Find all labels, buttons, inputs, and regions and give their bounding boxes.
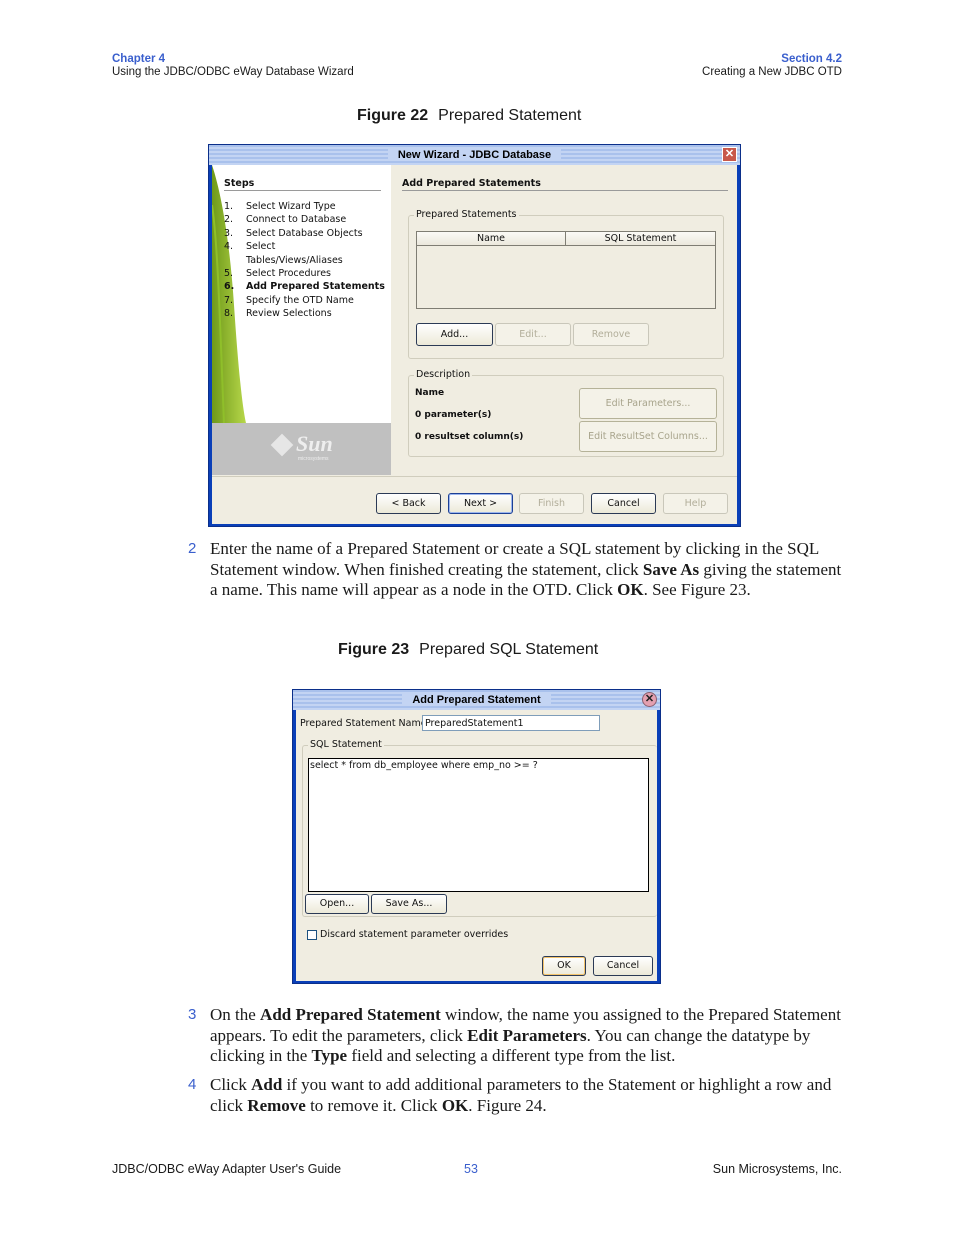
bold-term: Add	[251, 1075, 283, 1094]
statement-name-label: Prepared Statement Name:	[300, 718, 430, 729]
cancel-button[interactable]: Cancel	[591, 493, 656, 514]
step-2-paragraph: 2 Enter the name of a Prepared Statement…	[188, 539, 845, 601]
panel-title-divider	[402, 190, 728, 191]
group-legend: Prepared Statements	[414, 209, 519, 220]
text: Click	[210, 1075, 252, 1094]
bold-term: OK	[617, 580, 644, 599]
step-number: 2	[188, 540, 197, 557]
next-button[interactable]: Next >	[448, 493, 513, 514]
section-label: Section 4.2	[781, 53, 842, 65]
finish-button[interactable]: Finish	[519, 493, 584, 514]
bold-term: Remove	[247, 1095, 306, 1115]
text: . See Figure 23.	[643, 580, 751, 599]
section-title: Creating a New JDBC OTD	[702, 66, 842, 78]
chapter-label: Chapter 4	[112, 53, 166, 65]
add-button[interactable]: Add...	[416, 323, 493, 346]
footer-guide-title: JDBC/ODBC eWay Adapter User's Guide	[112, 1162, 342, 1176]
edit-resultset-columns-button[interactable]: Edit ResultSet Columns...	[579, 421, 717, 452]
column-header-name[interactable]: Name	[417, 232, 566, 246]
edit-parameters-button[interactable]: Edit Parameters...	[579, 388, 717, 419]
step-4-paragraph: 4 Click Add if you want to add additiona…	[188, 1075, 845, 1116]
figure-title: Prepared Statement	[438, 107, 582, 124]
text: On the	[210, 1005, 261, 1024]
sun-logo-panel: Sun microsystems	[212, 423, 391, 475]
group-legend: Description	[414, 369, 473, 380]
dialog-client-area: Prepared Statement Name: SQL Statement s…	[296, 710, 657, 981]
prepared-statements-group: Prepared Statements Name SQL Statement A…	[408, 209, 724, 359]
resultset-column-count: 0 resultset column(s)	[415, 432, 524, 442]
sun-logo-text: Sun	[296, 431, 333, 456]
description-name: Name	[415, 388, 445, 398]
steps-divider	[224, 190, 381, 191]
figure-22-caption: Figure 22 Prepared Statement	[357, 107, 581, 125]
help-button[interactable]: Help	[663, 493, 728, 514]
figure-title: Prepared SQL Statement	[419, 641, 599, 658]
step-3-paragraph: 3 On the Add Prepared Statement window, …	[188, 1005, 845, 1067]
text: field and selecting a different type fro…	[347, 1046, 676, 1065]
discard-overrides-label: Discard statement parameter overrides	[320, 929, 509, 940]
wizard-title-bar: New Wizard - JDBC Database ✕	[209, 145, 740, 165]
page-number: 53	[464, 1162, 478, 1176]
running-header-right: Section 4.2 Creating a New JDBC OTD	[702, 53, 842, 79]
window-title: New Wizard - JDBC Database	[387, 149, 562, 161]
description-group: Description Name 0 parameter(s) 0 result…	[408, 369, 724, 457]
steps-heading: Steps	[224, 178, 255, 189]
chapter-title: Using the JDBC/ODBC eWay Database Wizard	[112, 66, 354, 78]
column-header-sql-statement[interactable]: SQL Statement	[566, 232, 716, 246]
bold-term: Save As	[642, 559, 700, 579]
close-icon[interactable]: ✕	[722, 147, 737, 162]
bold-term: Type	[311, 1046, 348, 1065]
statement-name-input[interactable]	[422, 715, 600, 731]
step-number: 4	[188, 1076, 197, 1093]
group-legend: SQL Statement	[308, 739, 384, 750]
button-bar-divider	[212, 476, 737, 477]
sql-statement-group: SQL Statement select * from db_employee …	[302, 739, 657, 917]
dialog-title-bar: Add Prepared Statement ✕	[293, 690, 660, 710]
wizard-window: New Wizard - JDBC Database ✕ Steps 1. Sel…	[208, 144, 741, 527]
figure-label: Figure 23	[338, 641, 410, 658]
back-button[interactable]: < Back	[376, 493, 441, 514]
panel-title: Add Prepared Statements	[402, 178, 541, 189]
figure-label: Figure 22	[357, 107, 429, 124]
parameter-count: 0 parameter(s)	[415, 410, 492, 420]
steps-panel: Steps 1. Select Wizard Type 2. Connect to …	[212, 165, 391, 423]
sql-statement-textarea[interactable]: select * from db_employee where emp_no >…	[308, 758, 649, 892]
wizard-client-area: Steps 1. Select Wizard Type 2. Connect to …	[212, 165, 737, 524]
footer-company: Sun Microsystems, Inc.	[712, 1162, 842, 1176]
edit-button[interactable]: Edit...	[495, 323, 571, 346]
cancel-button[interactable]: Cancel	[593, 956, 653, 976]
bold-term: Add Prepared Statement	[260, 1005, 441, 1024]
dialog-title: Add Prepared Statement	[402, 694, 551, 706]
remove-button[interactable]: Remove	[573, 323, 649, 346]
ok-button[interactable]: OK	[542, 956, 586, 976]
figure-23-caption: Figure 23 Prepared SQL Statement	[338, 641, 598, 659]
running-header-left: Chapter 4 Using the JDBC/ODBC eWay Datab…	[112, 53, 354, 79]
add-prepared-statement-dialog: Add Prepared Statement ✕ Prepared Statem…	[292, 689, 661, 984]
bold-term: OK	[441, 1095, 469, 1115]
text: . Figure 24.	[468, 1095, 547, 1115]
prepared-statements-table[interactable]: Name SQL Statement	[416, 231, 716, 309]
sun-logo-subtext: microsystems	[298, 456, 329, 462]
step-number: 3	[188, 1006, 197, 1023]
bold-term: Edit Parameters	[467, 1025, 587, 1045]
close-icon[interactable]: ✕	[642, 692, 657, 707]
text: to remove it. Click	[305, 1095, 442, 1115]
open-button[interactable]: Open...	[305, 894, 369, 914]
discard-overrides-checkbox[interactable]	[307, 930, 317, 940]
save-as-button[interactable]: Save As...	[371, 894, 447, 914]
sun-logo-icon	[270, 433, 294, 457]
